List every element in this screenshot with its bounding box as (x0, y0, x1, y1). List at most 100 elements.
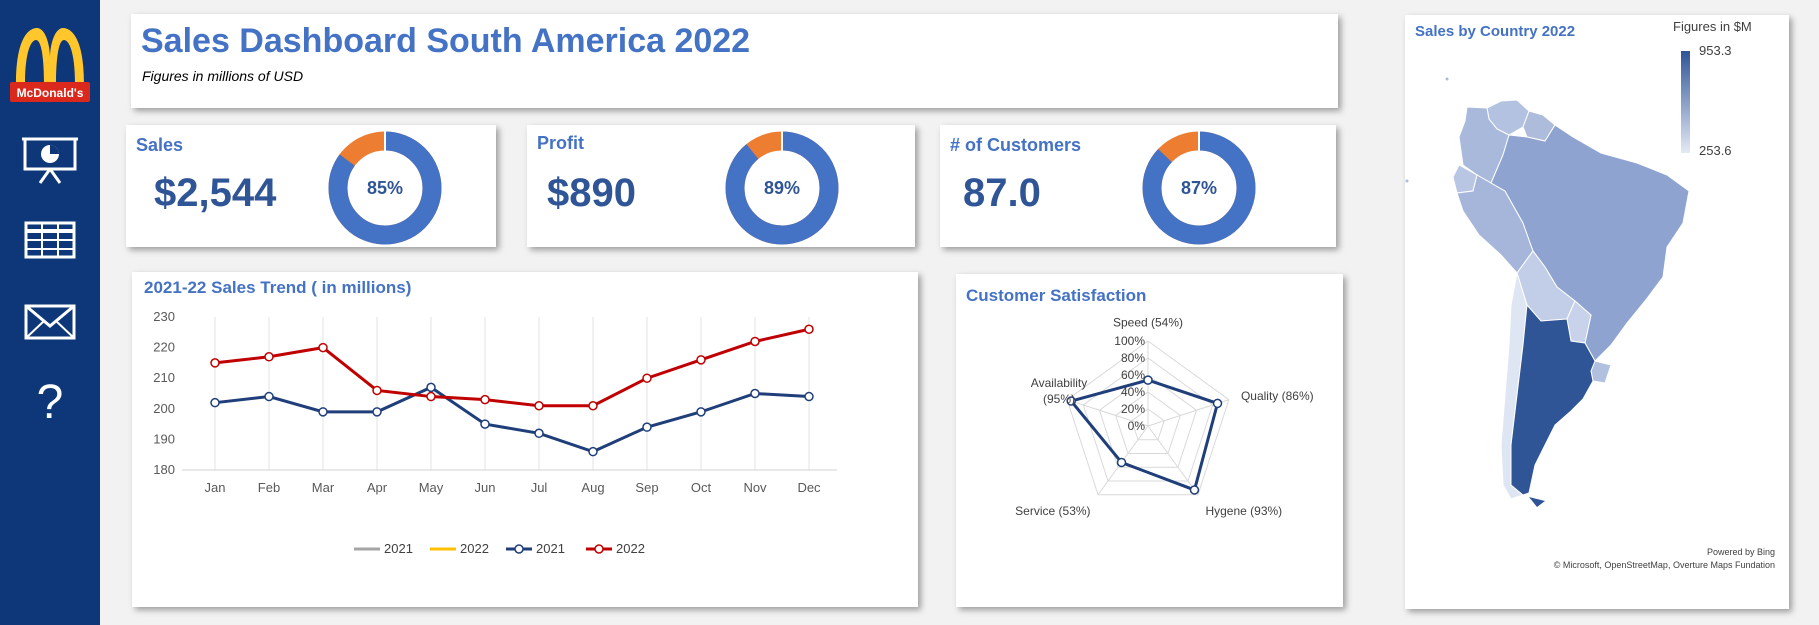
data-point (264, 352, 274, 362)
data-point (210, 397, 220, 408)
y-tick-label: 190 (153, 431, 175, 446)
y-tick-label: 230 (153, 309, 175, 324)
radar-spoke (1147, 425, 1199, 496)
customer-satisfaction-chart: 0%20%40%60%80%100%Speed (54%)Quality (86… (1015, 315, 1314, 518)
radar-axis-label: Availability (1031, 376, 1087, 390)
presentation-icon[interactable] (22, 136, 78, 184)
svg-text:?: ? (37, 376, 64, 424)
x-tick-label: Jan (205, 480, 226, 495)
sales-trend-card: Jan Feb Mar Apr May Jun Jul Aug Sep Oct Nov Dec 180 1… (132, 272, 918, 607)
kpi-value: $2,544 (154, 171, 277, 215)
data-point (372, 407, 382, 417)
x-tick-label: Feb (258, 480, 280, 495)
legend-item[interactable]: 2021 (506, 541, 565, 556)
data-point (696, 407, 706, 417)
kpi-value: $890 (547, 171, 636, 215)
radar-point (1212, 398, 1223, 409)
legend-label: 2022 (460, 541, 489, 556)
x-tick-label: Oct (691, 480, 712, 495)
radar-point (1116, 457, 1127, 468)
data-point (750, 388, 760, 399)
y-tick-label: 220 (153, 340, 175, 355)
data-point (534, 428, 544, 439)
series-line-2022 (214, 327, 810, 408)
map-copyright: © Microsoft, OpenStreetMap, Overture Map… (1553, 560, 1775, 570)
donut-percent: 87% (1181, 178, 1217, 198)
donut-percent: 89% (764, 178, 800, 198)
data-point (426, 391, 436, 402)
radar-tick-label: 80% (1121, 351, 1145, 365)
kpi-label: # of Customers (950, 135, 1082, 155)
data-point (642, 422, 652, 432)
x-tick-label: Sep (635, 480, 658, 495)
x-tick-label: May (419, 480, 444, 495)
data-point (318, 342, 328, 353)
donut-percent: 85% (367, 178, 403, 198)
radar-tick-label: 60% (1121, 368, 1145, 382)
x-tick-label: Jul (531, 480, 548, 495)
kpi-donut: 89% (725, 131, 839, 245)
chart-title: Customer Satisfaction (966, 286, 1147, 305)
y-tick-label: 210 (153, 370, 175, 385)
logo-text: McDonald's (17, 86, 84, 100)
kpi-card-customers: # of Customers 87.0 87% (940, 125, 1336, 247)
kpi-label: Sales (136, 135, 184, 155)
legend-item[interactable]: 2022 (586, 541, 645, 556)
kpi-label: Profit (537, 133, 584, 153)
mail-icon[interactable] (22, 298, 78, 346)
data-point (210, 358, 220, 368)
data-point (372, 385, 382, 396)
legend-label: 2021 (536, 541, 565, 556)
page-subtitle: Figures in millions of USD (142, 68, 304, 84)
page-title: Sales Dashboard South America 2022 (141, 22, 751, 60)
radar-axis-label: Service (53%) (1015, 504, 1090, 518)
radar-axis-label: Quality (86%) (1241, 389, 1314, 403)
chart-title: 2021-22 Sales Trend ( in millions) (144, 278, 412, 297)
kpi-card-profit: Profit $890 89% (527, 125, 915, 247)
sales-trend-chart: Jan Feb Mar Apr May Jun Jul Aug Sep Oct Nov Dec 180 1… (153, 309, 837, 556)
radar-axis-label: (95%) (1043, 392, 1075, 406)
kpi-card-sales: Sales $2,544 85% (126, 125, 496, 247)
x-tick-label: Apr (367, 480, 388, 495)
data-point (642, 373, 652, 383)
radar-tick-label: 20% (1121, 402, 1145, 416)
legend-item[interactable]: 2022 (430, 541, 489, 556)
table-icon[interactable] (22, 216, 78, 264)
map-powered-by: Powered by Bing (1706, 547, 1775, 557)
x-tick-label: Jun (475, 480, 496, 495)
kpi-value: 87.0 (963, 171, 1041, 215)
kpi-donut: 85% (328, 131, 442, 245)
x-tick-label: Nov (743, 480, 767, 495)
radar-axis-label: Hygene (93%) (1205, 504, 1282, 518)
kpi-donut: 87% (1142, 131, 1256, 245)
data-point (318, 407, 328, 417)
data-point (534, 400, 544, 411)
data-point (588, 446, 598, 457)
radar-tick-label: 100% (1114, 334, 1145, 348)
map-card: Sales by Country 2022 Figures in $M 953.… (1405, 15, 1789, 609)
help-icon[interactable]: ? (22, 376, 78, 429)
radar-axis-label: Speed (54%) (1113, 315, 1183, 329)
data-point (480, 394, 490, 405)
title-card: Sales Dashboard South America 2022 Figur… (131, 14, 1338, 108)
x-tick-label: Mar (312, 480, 335, 495)
legend-item[interactable]: 2021 (354, 541, 413, 556)
x-tick-label: Dec (797, 480, 821, 495)
data-point (588, 400, 598, 411)
data-point (426, 382, 436, 393)
south-america-map[interactable] (1405, 15, 1789, 609)
data-point (804, 324, 814, 334)
data-point (480, 419, 490, 429)
data-point (804, 391, 814, 402)
series-line-2021 (214, 385, 810, 454)
data-point (264, 391, 274, 402)
legend-label: 2021 (384, 541, 413, 556)
y-tick-label: 200 (153, 401, 175, 416)
radar-tick-label: 0% (1128, 419, 1146, 433)
y-tick-label: 180 (153, 462, 175, 477)
data-point (696, 355, 706, 365)
legend-label: 2022 (616, 541, 645, 556)
sidebar: McDonald's ? (0, 0, 100, 625)
data-point (750, 336, 760, 347)
x-tick-label: Aug (581, 480, 604, 495)
